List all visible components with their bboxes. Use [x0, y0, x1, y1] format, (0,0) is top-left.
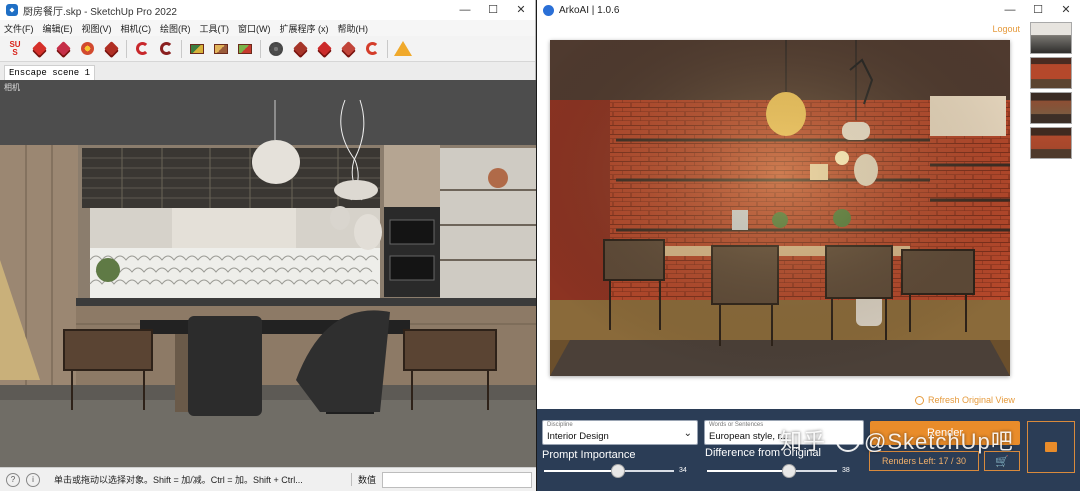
- difference-slider[interactable]: [707, 464, 837, 478]
- export-tool-icon[interactable]: [339, 40, 357, 58]
- sketchup-window-title: 厨房餐厅.skp - SketchUp Pro 2022: [23, 6, 177, 18]
- measurements-label: 数值: [350, 473, 382, 486]
- cart-icon: 🛒: [995, 455, 1009, 468]
- menu-extensions[interactable]: 扩展程序 (x): [280, 22, 329, 35]
- render-history: [1030, 22, 1072, 162]
- refresh-icon: [915, 395, 924, 405]
- slider-fill: [707, 470, 790, 472]
- scene-tab-enscape[interactable]: Enscape scene 1: [4, 65, 96, 80]
- slider-handle[interactable]: [610, 464, 625, 478]
- menu-camera[interactable]: 相机(C): [121, 22, 152, 35]
- sketchup-app-icon: [6, 4, 18, 16]
- arko-app-icon: [543, 4, 554, 16]
- watermark-left: 知乎: [780, 429, 827, 454]
- watermark-right: @SketchUp吧: [864, 429, 1014, 454]
- sketchup-menubar: 文件(F) 编辑(E) 视图(V) 相机(C) 绘图(R) 工具(T) 窗口(W…: [0, 20, 535, 36]
- history-thumbnail[interactable]: [1030, 92, 1072, 124]
- discipline-select[interactable]: Discipline Interior Design ⌄: [542, 420, 698, 445]
- prompt-importance-value: 34: [679, 467, 687, 474]
- measurements-input[interactable]: [382, 471, 532, 488]
- sketchup-titlebar: 厨房餐厅.skp - SketchUp Pro 2022 — ☐ ✕: [0, 0, 535, 20]
- flower-tool-icon[interactable]: [78, 40, 96, 58]
- prompt-importance-slider[interactable]: [544, 464, 674, 478]
- settings-tool-icon[interactable]: [291, 40, 309, 58]
- discipline-value: Interior Design: [547, 431, 609, 442]
- image-tool-icon[interactable]: [236, 40, 254, 58]
- difference-value: 38: [842, 467, 850, 474]
- minimize-button[interactable]: —: [451, 0, 479, 20]
- toolbar-separator: [260, 39, 261, 58]
- expand-panel-button[interactable]: [1027, 421, 1075, 473]
- words-value: European style, r...: [709, 431, 789, 442]
- sketchup-window-controls: — ☐ ✕: [451, 0, 535, 20]
- prompt-importance-label: Prompt Importance: [542, 449, 636, 461]
- close-button[interactable]: ✕: [507, 0, 535, 20]
- arko-maximize-button[interactable]: ☐: [1024, 0, 1052, 20]
- sketchup-viewport[interactable]: 相机: [0, 80, 536, 467]
- menu-view[interactable]: 视图(V): [82, 22, 112, 35]
- history-thumbnail[interactable]: [1030, 57, 1072, 89]
- words-label: Words or Sentences: [709, 422, 764, 428]
- sketchup-statusbar: ? i 单击或拖动以选择对象。Shift = 加/减。Ctrl = 加。Shif…: [0, 467, 536, 491]
- maximize-button[interactable]: ☐: [479, 0, 507, 20]
- discipline-label: Discipline: [547, 422, 573, 428]
- arko-window-title: ArkoAI | 1.0.6: [559, 4, 620, 16]
- slider-handle[interactable]: [782, 464, 797, 478]
- rotate-tool-icon[interactable]: [157, 40, 175, 58]
- scene-tabs: Enscape scene 1: [0, 62, 535, 80]
- menu-edit[interactable]: 编辑(E): [43, 22, 73, 35]
- texture-tool-icon[interactable]: [212, 40, 230, 58]
- renders-left-label: Renders Left: 17 / 30: [881, 456, 967, 466]
- arko-triangle-icon[interactable]: [394, 40, 412, 58]
- status-message: 单击或拖动以选择对象。Shift = 加/减。Ctrl = 加。Shift + …: [54, 475, 303, 485]
- swirl-tool-icon[interactable]: [133, 40, 151, 58]
- arko-minimize-button[interactable]: —: [996, 0, 1024, 20]
- render-result-image: [550, 40, 1010, 376]
- slider-fill: [544, 470, 618, 472]
- arko-window: ArkoAI | 1.0.6 — ☐ ✕ Logout Refresh Orig…: [537, 0, 1080, 491]
- extension-tool-icon[interactable]: [102, 40, 120, 58]
- zhihu-watermark: 知乎 @SketchUp吧: [780, 424, 1014, 456]
- sketchup-logo-tool[interactable]: SU S: [6, 40, 24, 58]
- menu-draw[interactable]: 绘图(R): [160, 22, 191, 35]
- viewport-camera-label: 相机: [4, 83, 20, 92]
- menu-window[interactable]: 窗口(W): [238, 22, 271, 35]
- user-icon[interactable]: i: [26, 472, 40, 487]
- panel-icon: [1045, 442, 1057, 452]
- gear-tool-icon[interactable]: [267, 40, 285, 58]
- desktop: 厨房餐厅.skp - SketchUp Pro 2022 — ☐ ✕ 文件(F)…: [0, 0, 1080, 491]
- menu-tools[interactable]: 工具(T): [200, 22, 230, 35]
- history-thumbnail[interactable]: [1030, 22, 1072, 54]
- chevron-down-icon: ⌄: [683, 428, 692, 439]
- paint-tool-icon[interactable]: [54, 40, 72, 58]
- refresh-original-view-label: Refresh Original View: [928, 395, 1015, 405]
- toolbar-separator: [181, 39, 182, 58]
- menu-help[interactable]: 帮助(H): [338, 22, 369, 35]
- logout-link[interactable]: Logout: [992, 24, 1020, 34]
- arko-titlebar: ArkoAI | 1.0.6 — ☐ ✕: [537, 0, 1080, 20]
- watermark-logo-icon: [836, 430, 861, 452]
- arko-close-button[interactable]: ✕: [1052, 0, 1080, 20]
- toolbar-separator: [126, 39, 127, 58]
- info-icon[interactable]: ?: [6, 472, 20, 487]
- sync-tool-icon[interactable]: [363, 40, 381, 58]
- refresh-original-view-link[interactable]: Refresh Original View: [915, 393, 1015, 407]
- menu-file[interactable]: 文件(F): [4, 22, 34, 35]
- toolbar-separator: [387, 39, 388, 58]
- material-tool-icon[interactable]: [188, 40, 206, 58]
- render-tool-icon[interactable]: [315, 40, 333, 58]
- history-thumbnail[interactable]: [1030, 127, 1072, 159]
- component-tool-icon[interactable]: [30, 40, 48, 58]
- sketchup-window: 厨房餐厅.skp - SketchUp Pro 2022 — ☐ ✕ 文件(F)…: [0, 0, 536, 491]
- arko-window-controls: — ☐ ✕: [996, 0, 1080, 20]
- sketchup-toolbar: SU S: [0, 36, 535, 62]
- kitchen-model-view: [0, 80, 536, 467]
